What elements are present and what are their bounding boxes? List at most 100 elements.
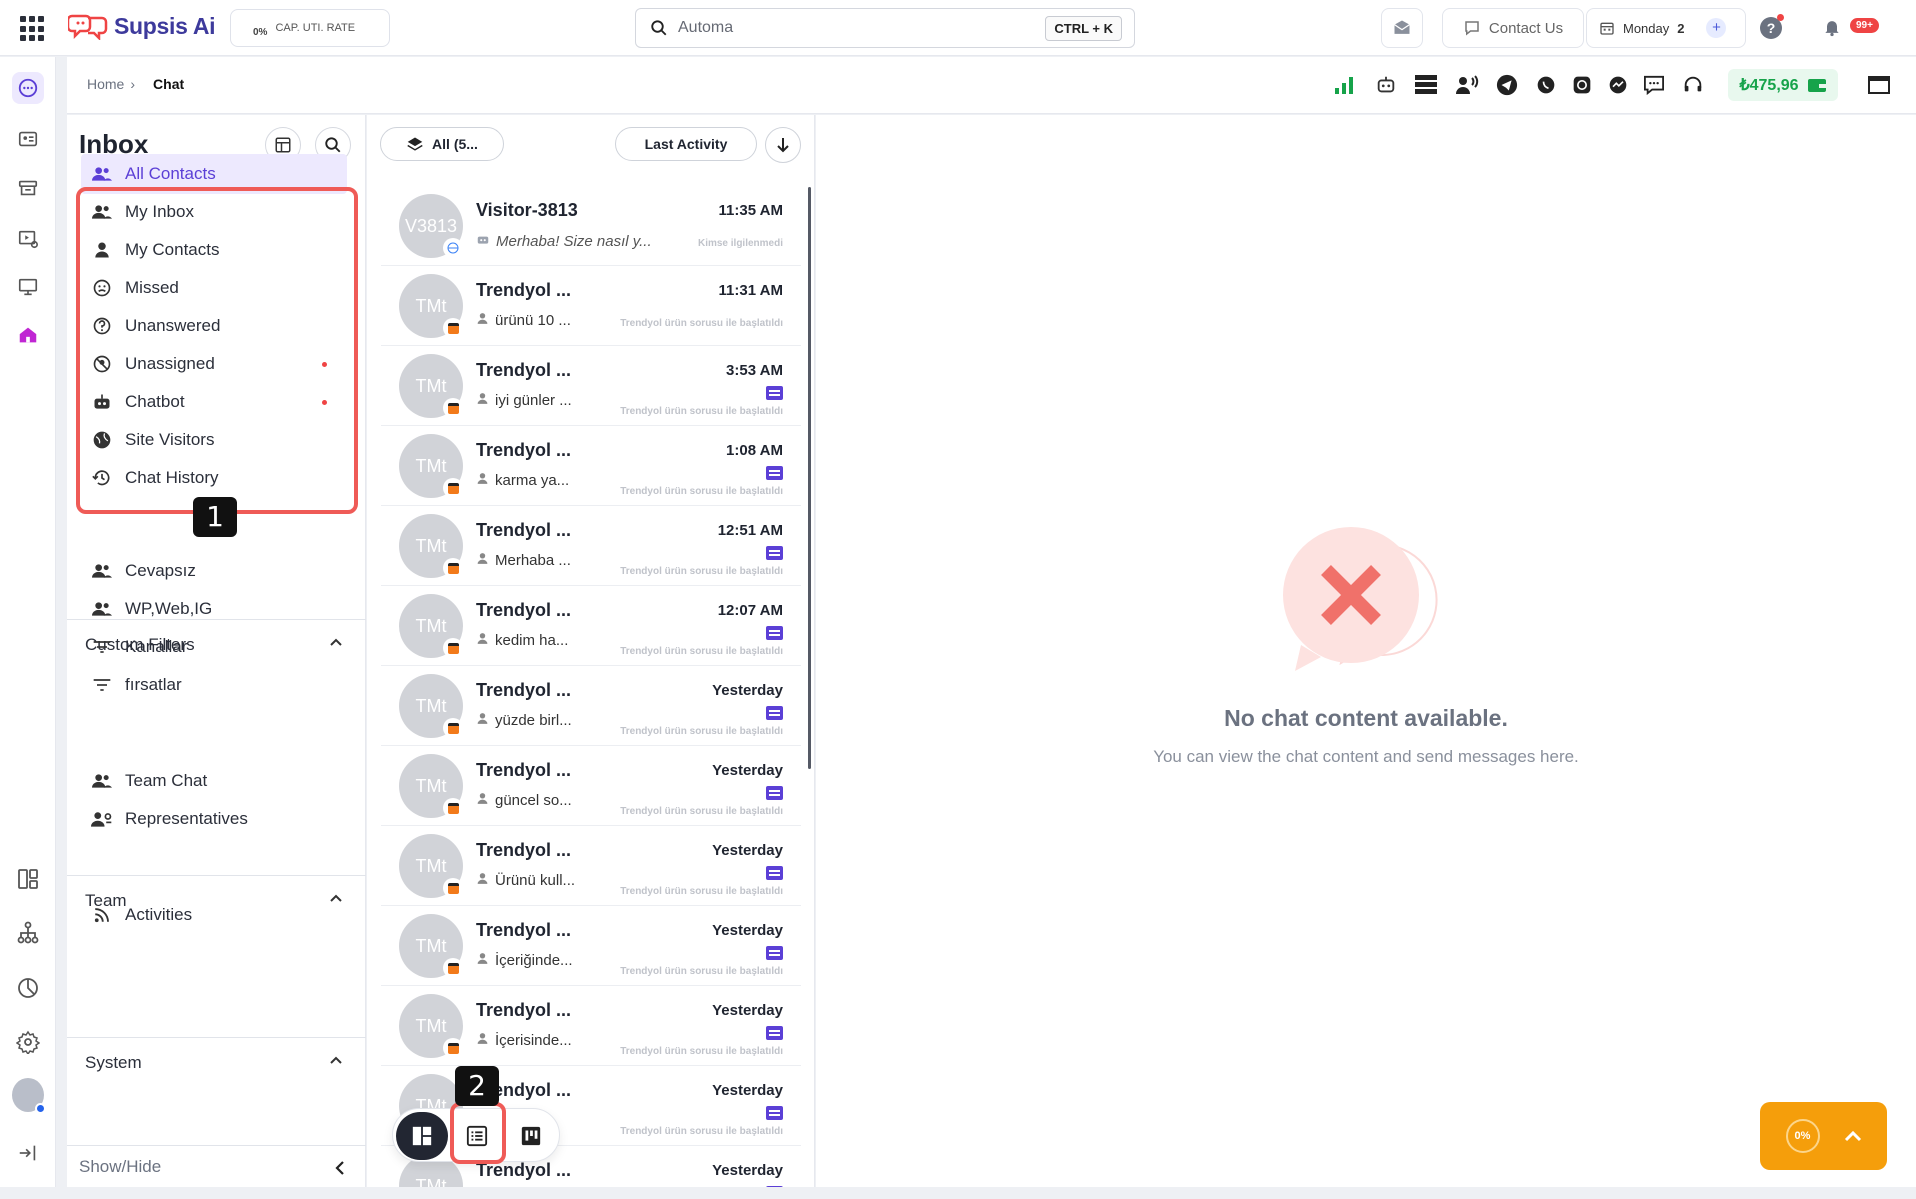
rail-contacts[interactable] [12,123,44,155]
filter-item-wp-web-ig[interactable]: WP,Web,IG [81,589,347,629]
sms-icon[interactable] [1642,73,1666,97]
filter-item-fırsatlar[interactable]: fırsatlar [81,665,347,705]
nav-item-chatbot[interactable]: Chatbot [81,382,347,422]
chat-time: 3:53 AM [726,362,783,379]
nav-item-unassigned[interactable]: Unassigned [81,344,347,384]
show-hide-toggle[interactable]: Show/Hide [67,1145,366,1187]
server-icon[interactable] [1414,73,1438,97]
filter-item-cevapsız[interactable]: Cevapsız [81,551,347,591]
nav-item-all-contacts[interactable]: All Contacts [81,154,347,194]
chat-list-item[interactable]: TMt Trendyol ... 3:53 AM iyi günler ... Tren… [381,348,801,426]
chat-subtitle: Trendyol ürün sorusu ile başlatıldı [620,1046,783,1057]
nav-item-my-inbox[interactable]: My Inbox [81,192,347,232]
chat-list-item[interactable]: TMt Trendyol ... Yesterday yüzde birl... Tre… [381,668,801,746]
rail-settings[interactable] [12,1026,44,1058]
trendyol-channel-icon [443,798,463,818]
wallet-balance[interactable]: ₺475,96 [1728,69,1838,101]
chat-message-text: İçerisinde... [495,1032,572,1049]
telegram-icon[interactable] [1495,73,1519,97]
chat-time: Yesterday [712,762,783,779]
trendyol-channel-icon [443,878,463,898]
mail-button[interactable] [1381,8,1423,48]
person-icon [91,241,113,259]
marker-2: 2 [455,1066,499,1106]
filter-item-label: fırsatlar [125,675,182,694]
split-view-button[interactable] [396,1112,448,1160]
filter-item-label: Kanallar [125,637,188,656]
help-icon[interactable]: ? [1760,14,1784,39]
trendyol-channel-icon [443,478,463,498]
filter-item-kanallar[interactable]: Kanallar [81,627,347,667]
rail-reports[interactable] [12,972,44,1004]
chat-name: Trendyol ... [476,280,572,300]
nav-item-my-contacts[interactable]: My Contacts [81,230,347,270]
capacity-utilization-rate[interactable]: 0% CAP. UTI. RATE [230,9,390,47]
nav-item-unanswered[interactable]: Unanswered [81,306,347,346]
team-item-representatives[interactable]: Representatives [81,799,347,839]
chat-list-scrollbar[interactable] [808,187,811,769]
brand-logo[interactable]: Supsis Ai [68,12,216,40]
window-toggle-icon[interactable] [1867,73,1891,97]
kanban-view-button[interactable] [505,1112,557,1160]
nav-item-label: My Contacts [125,240,220,259]
chevron-up-icon [330,1056,342,1064]
signal-icon[interactable] [1333,73,1357,97]
chat-list-item[interactable]: TMt Trendyol ... 12:51 AM Merhaba ... Trendy… [381,508,801,586]
chat-list-item[interactable]: TMt Trendyol ... 12:07 AM kedim ha... Trendy… [381,588,801,666]
list-view-button[interactable] [451,1112,503,1160]
voice-user-icon[interactable] [1455,73,1479,97]
trendyol-channel-icon [443,1038,463,1058]
add-plus-icon[interactable]: + [1706,18,1727,38]
headset-icon[interactable] [1681,73,1705,97]
chat-last-message: güncel so... [476,792,572,809]
chat-list-item[interactable]: TMt Trendyol ... Yesterday güncel so... Tren… [381,748,801,826]
sort-direction-button[interactable] [765,127,801,163]
all-filter-button[interactable]: All (5... [380,127,504,161]
layout-grid-icon [275,137,291,153]
rail-flow[interactable] [12,917,44,949]
breadcrumb-home[interactable]: Home [87,76,124,92]
rail-home[interactable] [12,319,44,351]
trendyol-channel-icon [443,638,463,658]
nav-item-chat-history[interactable]: Chat History [81,458,347,498]
chat-message-text: karma ya... [495,472,570,489]
apps-grid-icon[interactable] [20,16,46,42]
last-activity-sort[interactable]: Last Activity [615,127,757,161]
chat-time: Yesterday [712,1162,783,1179]
search-input[interactable]: Automa CTRL + K [635,8,1135,48]
rail-layout[interactable] [12,863,44,895]
chat-list-item[interactable]: TMt Trendyol ... Yesterday Ürünü kull... Tre… [381,828,801,906]
team-item-team-chat[interactable]: Team Chat [81,761,347,801]
rail-screen[interactable] [12,271,44,303]
gear-icon [16,1030,40,1054]
chat-list-item[interactable]: TMt Trendyol ... 1:08 AM karma ya... Trendyo… [381,428,801,506]
messenger-icon[interactable] [1606,73,1630,97]
chat-message-text: iyi günler ... [495,392,572,409]
floating-action-button[interactable]: 0% [1760,1102,1887,1170]
rail-media-settings[interactable] [12,223,44,255]
instagram-icon[interactable] [1570,73,1594,97]
avatar [12,1078,46,1114]
chat-list-item[interactable]: V3813 Visitor-3813 11:35 AM Merhaba! Size n… [381,188,801,266]
chat-list-item[interactable]: TMt Trendyol ... Yesterday İçerisinde... Tre… [381,988,801,1066]
show-hide-label: Show/Hide [79,1156,162,1176]
kanban-icon [521,1126,541,1146]
bell-icon[interactable] [1822,16,1842,38]
nav-item-missed[interactable]: Missed [81,268,347,308]
avatar: TMt [399,754,463,818]
rail-chat[interactable] [12,72,44,104]
avatar: TMt [399,994,463,1058]
system-item-activities[interactable]: Activities [81,895,347,935]
whatsapp-icon[interactable] [1534,73,1558,97]
rail-archive[interactable] [12,172,44,204]
nav-item-site-visitors[interactable]: Site Visitors [81,420,347,460]
rail-profile[interactable] [12,1078,46,1114]
system-header[interactable]: System [67,1037,366,1087]
contact-us-button[interactable]: Contact Us [1442,8,1584,48]
chat-list-item[interactable]: TMt Trendyol ... 11:31 AM ürünü 10 ... Trend… [381,268,801,346]
rail-collapse[interactable] [12,1137,44,1169]
question-circle-icon [91,316,113,336]
chat-list-item[interactable]: TMt Trendyol ... Yesterday İçeriğinde... Tre… [381,908,801,986]
date-selector[interactable]: Monday 2 + [1586,8,1746,48]
robot-icon[interactable] [1374,73,1398,97]
